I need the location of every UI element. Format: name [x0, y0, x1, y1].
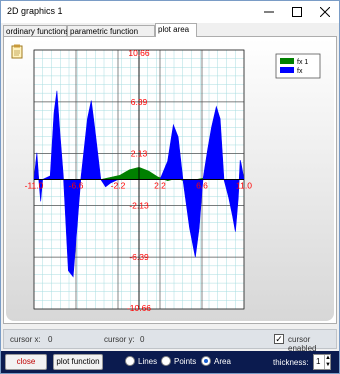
title-bar: 2D graphics 1 — [1, 1, 339, 23]
bottom-toolbar: close plot function Lines Points Area th… — [1, 351, 339, 373]
x-tick-label: 6.6 — [196, 181, 208, 191]
radio-points-dot — [161, 356, 171, 366]
plot-chart[interactable]: -11.0 -6.6 -2.2 2.2 6.6 11.0 10.66 6.39 2.13 -2.1… — [6, 39, 334, 321]
cursor-y-label: cursor y: — [104, 335, 135, 344]
plot-frame: -11.0 -6.6 -2.2 2.2 6.6 11.0 10.66 6.39 2.13 -2.1… — [6, 39, 334, 321]
radio-points-label: Points — [174, 357, 197, 366]
y-tick-label: -2.13 — [129, 200, 149, 210]
legend-swatch-fx — [280, 67, 294, 73]
y-tick-label: 10.66 — [128, 48, 150, 58]
app-window: 2D graphics 1 ordinary functions paramet… — [0, 0, 340, 374]
thickness-label: thickness: — [273, 358, 309, 367]
maximize-icon — [292, 7, 302, 17]
x-tick-label: -11.0 — [25, 181, 44, 191]
window-title: 2D graphics 1 — [7, 6, 63, 16]
legend-swatch-fx1 — [280, 58, 294, 64]
close-window-button[interactable] — [311, 1, 339, 23]
plot-function-button[interactable]: plot function — [53, 354, 103, 370]
x-tick-label: -2.2 — [111, 181, 126, 191]
y-tick-label: -6.39 — [129, 252, 149, 262]
radio-area[interactable]: Area — [201, 355, 231, 368]
radio-lines-label: Lines — [138, 357, 158, 366]
spin-down-icon[interactable]: ▼ — [324, 362, 331, 369]
minimize-icon — [264, 11, 274, 13]
cursor-y-value: 0 — [140, 335, 145, 344]
y-tick-label: 6.39 — [131, 97, 148, 107]
close-button[interactable]: close — [5, 354, 47, 370]
plot-panel: -11.0 -6.6 -2.2 2.2 6.6 11.0 10.66 6.39 2.13 -2.1… — [3, 36, 337, 324]
legend-label-fx1: fx 1 — [297, 59, 308, 66]
y-tick-label: -10.66 — [127, 303, 151, 313]
cursor-x-value: 0 — [48, 335, 53, 344]
close-icon — [320, 7, 330, 17]
status-bar: cursor x: 0 cursor y: 0 ✓ cursor enabled — [3, 329, 337, 353]
x-tick-label: -6.6 — [69, 181, 84, 191]
radio-lines-dot — [125, 356, 135, 366]
radio-area-dot — [201, 356, 211, 366]
y-tick-label: 2.13 — [131, 149, 148, 159]
x-tick-label: 11.0 — [236, 181, 252, 191]
cursor-x-label: cursor x: — [10, 335, 41, 344]
x-tick-label: 2.2 — [154, 181, 166, 191]
minimize-button[interactable] — [255, 1, 283, 23]
radio-area-label: Area — [214, 357, 231, 366]
tab-strip: ordinary functions parametric function p… — [3, 23, 337, 37]
radio-points[interactable]: Points — [161, 355, 196, 368]
legend: fx 1 fx — [275, 53, 321, 79]
thickness-value: 1 — [316, 357, 321, 366]
maximize-button[interactable] — [283, 1, 311, 23]
radio-lines[interactable]: Lines — [125, 355, 157, 368]
legend-label-fx: fx — [297, 68, 303, 75]
tab-plot-area[interactable]: plot area — [155, 23, 197, 37]
thickness-spinner[interactable]: 1 ▲ ▼ — [313, 354, 331, 370]
cursor-enabled-checkbox[interactable]: ✓ — [274, 334, 284, 344]
plot-area: -11.0 -6.6 -2.2 2.2 6.6 11.0 10.66 6.39 2.13 -2.1… — [25, 48, 253, 313]
spin-up-icon[interactable]: ▲ — [324, 355, 331, 362]
